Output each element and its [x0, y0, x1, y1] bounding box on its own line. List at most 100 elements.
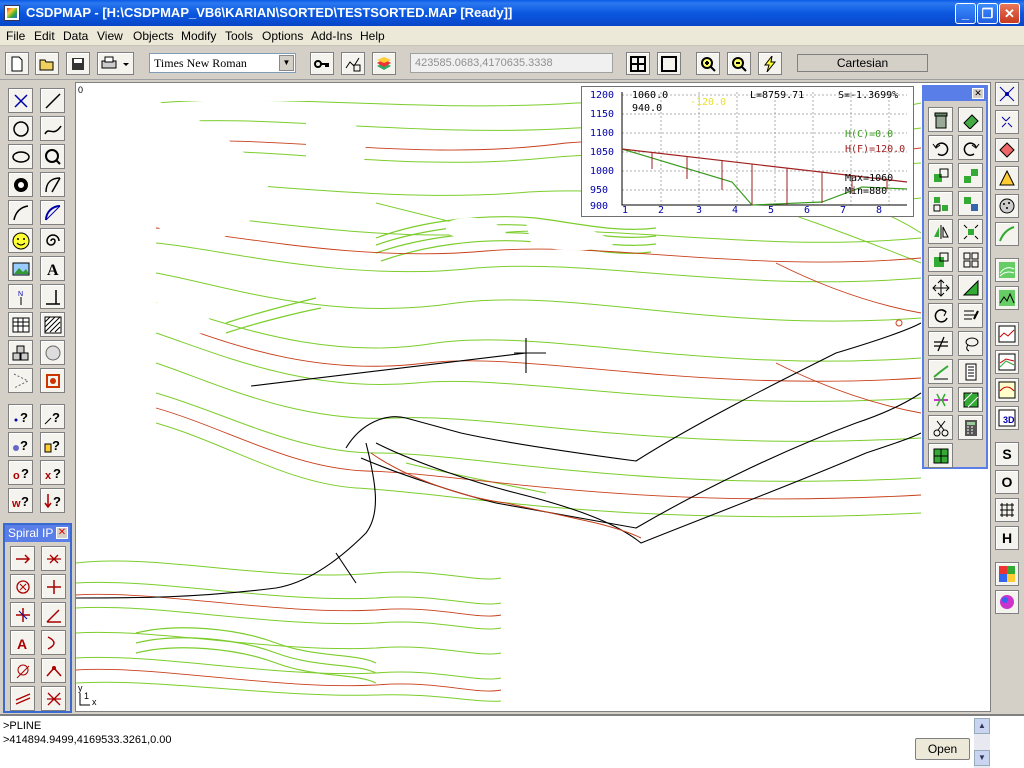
- spiral-join-tool[interactable]: [41, 658, 66, 683]
- north-arrow-tool[interactable]: N: [8, 284, 33, 309]
- stretch-button[interactable]: [958, 275, 983, 300]
- menu-data[interactable]: Data: [63, 29, 88, 43]
- minimize-button[interactable]: _: [955, 3, 976, 24]
- donut-tool[interactable]: [8, 172, 33, 197]
- open-file-button[interactable]: [35, 52, 59, 75]
- spiral-curve-tool[interactable]: [41, 630, 66, 655]
- profile-window[interactable]: 1200 1150 1100 1050 1000 950 900 1 2 3 4…: [581, 86, 914, 217]
- curve-tool[interactable]: [8, 200, 33, 225]
- layer-color-button[interactable]: [995, 138, 1019, 162]
- dashed-tool[interactable]: [8, 368, 33, 393]
- edit-palette-close-button[interactable]: ✕: [972, 88, 984, 99]
- restore-button[interactable]: ❐: [977, 3, 998, 24]
- undo-button[interactable]: [928, 135, 953, 160]
- query-down-tool[interactable]: ?: [40, 488, 65, 513]
- query-w-tool[interactable]: w?: [8, 488, 33, 513]
- query-db-tool[interactable]: ?: [40, 432, 65, 457]
- spiral-angle-tool[interactable]: [41, 602, 66, 627]
- spiral-arrow-tool[interactable]: [10, 546, 35, 571]
- copy-button[interactable]: [928, 163, 953, 188]
- profile-button[interactable]: [995, 322, 1019, 346]
- properties-button[interactable]: [958, 303, 983, 328]
- view-3d-button[interactable]: 3D: [995, 406, 1019, 430]
- node-tool[interactable]: [40, 368, 65, 393]
- zoom-out-button[interactable]: [727, 52, 751, 75]
- spiral-remove-tool[interactable]: [41, 686, 66, 711]
- menu-help[interactable]: Help: [360, 29, 385, 43]
- arc-tool[interactable]: [40, 172, 65, 197]
- circle-tool[interactable]: [40, 144, 65, 169]
- chevron-down-icon[interactable]: ▼: [279, 55, 294, 71]
- delete-button[interactable]: [928, 107, 953, 132]
- move-button[interactable]: [958, 163, 983, 188]
- query-x-tool[interactable]: x?: [40, 460, 65, 485]
- polygon-tool[interactable]: [8, 116, 33, 141]
- spiral-tool[interactable]: [40, 228, 65, 253]
- table-tool[interactable]: [8, 312, 33, 337]
- snap-o-button[interactable]: O: [995, 470, 1019, 494]
- spiral-circle-x-tool[interactable]: [10, 574, 35, 599]
- color-palette-button[interactable]: [995, 562, 1019, 586]
- parallel-button[interactable]: [928, 331, 953, 356]
- block-tool[interactable]: [8, 340, 33, 365]
- snap-grid-button[interactable]: [995, 82, 1019, 106]
- label-tool[interactable]: [40, 284, 65, 309]
- menu-add-ins[interactable]: Add-Ins: [311, 29, 352, 43]
- scale-button[interactable]: [928, 247, 953, 272]
- save-button[interactable]: [66, 52, 90, 75]
- spiral-offset-tool[interactable]: [10, 686, 35, 711]
- symbol-tool[interactable]: [8, 228, 33, 253]
- app-icon[interactable]: [4, 5, 20, 21]
- command-area[interactable]: >PLINE >414894.9499,4169533.3261,0.00 Op…: [0, 714, 1024, 768]
- lasso-button[interactable]: [958, 331, 983, 356]
- menu-view[interactable]: View: [97, 29, 123, 43]
- menu-edit[interactable]: Edit: [34, 29, 55, 43]
- query-o-tool[interactable]: o?: [8, 460, 33, 485]
- grid-button[interactable]: [995, 498, 1019, 522]
- tile-view-button[interactable]: [626, 52, 650, 75]
- ellipse-tool[interactable]: [8, 144, 33, 169]
- explode-button[interactable]: [958, 219, 983, 244]
- point-tool[interactable]: [8, 88, 33, 113]
- rotate-button[interactable]: [928, 303, 953, 328]
- mirror-button[interactable]: [928, 219, 953, 244]
- tile-button[interactable]: [958, 247, 983, 272]
- warning-button[interactable]: [995, 166, 1019, 190]
- image-tool[interactable]: [8, 256, 33, 281]
- layers-button[interactable]: [372, 52, 396, 75]
- menu-modify[interactable]: Modify: [181, 29, 216, 43]
- print-button[interactable]: [97, 52, 134, 75]
- list-button[interactable]: [958, 359, 983, 384]
- redo-button[interactable]: [958, 135, 983, 160]
- coordinate-mode-button[interactable]: Cartesian: [797, 54, 928, 72]
- menu-file[interactable]: File: [6, 29, 25, 43]
- menu-tools[interactable]: Tools: [225, 29, 253, 43]
- new-file-button[interactable]: [5, 52, 29, 75]
- group-button[interactable]: [958, 191, 983, 216]
- query-point-tool[interactable]: ?: [8, 404, 33, 429]
- close-button[interactable]: ✕: [999, 3, 1020, 24]
- command-scrollbar[interactable]: ▲ ▼: [974, 718, 990, 768]
- snap-nodes-button[interactable]: [995, 110, 1019, 134]
- snap-s-button[interactable]: S: [995, 442, 1019, 466]
- trim-button[interactable]: [928, 359, 953, 384]
- scroll-down-icon[interactable]: ▼: [974, 750, 990, 766]
- spiral-cross-tool[interactable]: [41, 546, 66, 571]
- spiral-palette-close-button[interactable]: ✕: [56, 527, 68, 539]
- menu-options[interactable]: Options: [262, 29, 303, 43]
- pan-button[interactable]: [928, 275, 953, 300]
- line-tool[interactable]: [40, 88, 65, 113]
- polyline-tool[interactable]: [40, 116, 65, 141]
- key-button[interactable]: [310, 52, 334, 75]
- protractor-tool[interactable]: [40, 200, 65, 225]
- spiral-plus-tool[interactable]: [41, 574, 66, 599]
- redraw-button[interactable]: [758, 52, 782, 75]
- open-button[interactable]: Open: [915, 738, 970, 760]
- spiral-label-tool[interactable]: A: [10, 630, 35, 655]
- cross-section-button[interactable]: [995, 378, 1019, 402]
- terrain-button[interactable]: [995, 286, 1019, 310]
- font-select[interactable]: Times New Roman ▼: [149, 53, 296, 73]
- points-cloud-button[interactable]: [995, 194, 1019, 218]
- hatch-tool[interactable]: [40, 312, 65, 337]
- eraser-button[interactable]: [958, 107, 983, 132]
